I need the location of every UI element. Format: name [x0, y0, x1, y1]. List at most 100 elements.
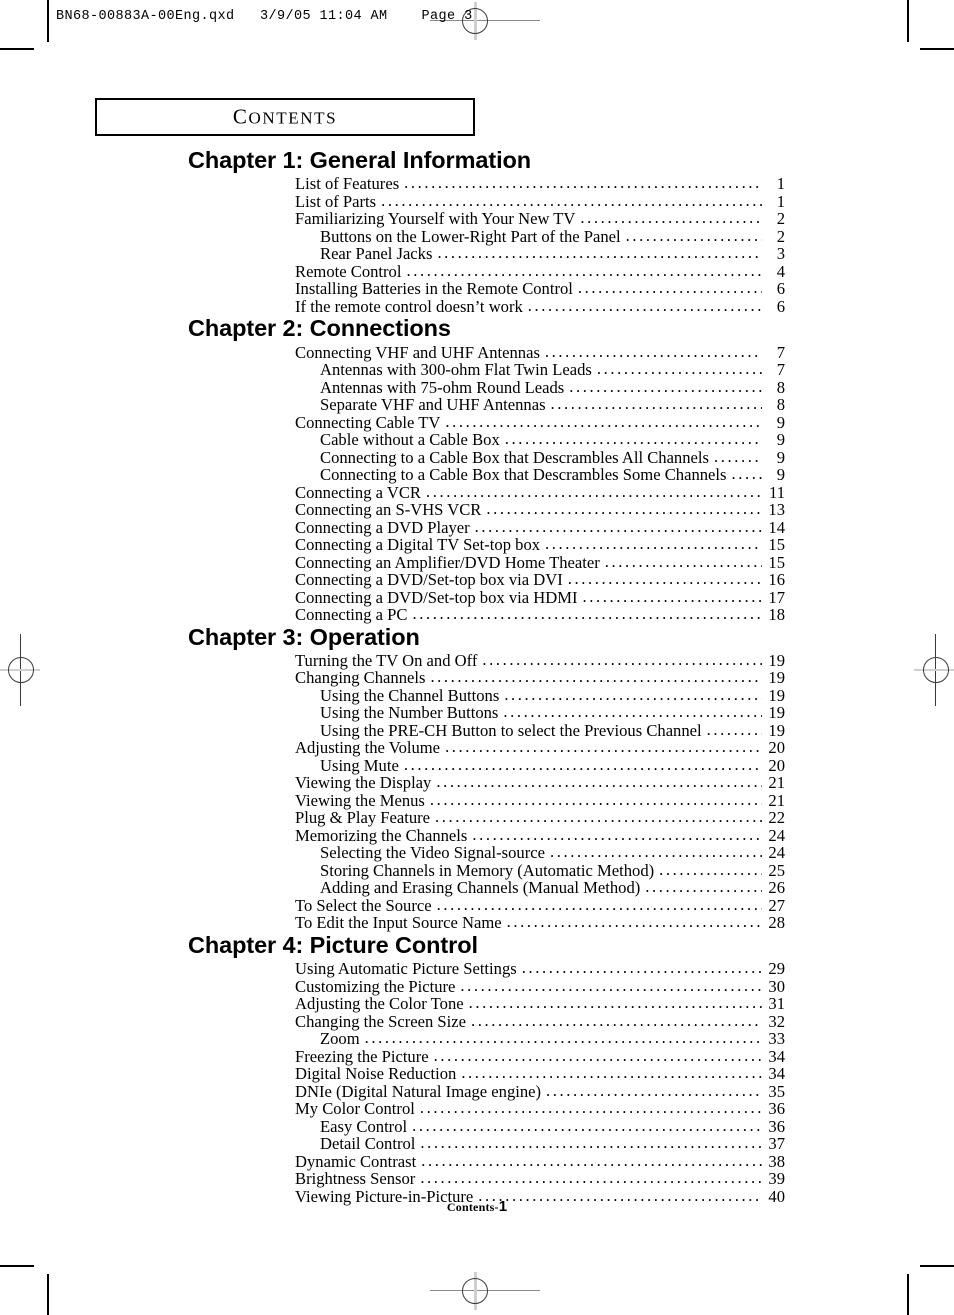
toc-entry-label: Connecting to a Cable Box that Descrambl… [320, 465, 727, 484]
toc-dot-leader: ........................................… [445, 412, 762, 430]
toc-entry-label: List of Parts [295, 191, 377, 211]
toc-entry[interactable]: Connecting VHF and UHF Antennas.........… [0, 342, 954, 362]
toc-entry-label: Plug & Play Feature [295, 808, 431, 828]
toc-dot-leader: ........................................… [577, 279, 762, 297]
toc-entry[interactable]: Adjusting the Color Tone................… [0, 994, 954, 1013]
toc-entry[interactable]: Adjusting the Volume....................… [0, 738, 954, 757]
toc-entry-page-number: 15 [768, 535, 785, 554]
toc-entry[interactable]: Remote Control..........................… [0, 262, 954, 281]
toc-entry-page-number: 25 [768, 860, 785, 880]
toc-entry-label: If the remote control doesn’t work [295, 296, 523, 316]
toc-entry[interactable]: Detail Control..........................… [0, 1134, 954, 1153]
toc-entry[interactable]: Familiarizing Yourself with Your New TV.… [0, 209, 954, 228]
toc-dot-leader: ........................................… [412, 605, 762, 623]
toc-entry-label: Connecting an Amplifier/DVD Home Theater [295, 552, 600, 572]
toc-entry[interactable]: Easy Control............................… [0, 1117, 954, 1136]
toc-entry[interactable]: Plug & Play Feature.....................… [0, 808, 954, 828]
toc-entry[interactable]: Using Automatic Picture Settings........… [0, 959, 954, 978]
toc-entry-page-number: 7 [776, 342, 785, 362]
toc-entry-page-number: 22 [768, 808, 785, 828]
toc-entry-label: Changing the Screen Size [295, 1011, 466, 1031]
toc-entry[interactable]: Connecting an S-VHS VCR.................… [0, 500, 954, 519]
toc-dot-leader: ........................................… [527, 296, 762, 315]
toc-entry[interactable]: Connecting to a Cable Box that Descrambl… [0, 447, 954, 467]
toc-entry[interactable]: Connecting Cable TV.....................… [0, 412, 954, 432]
toc-entry[interactable]: Connecting a VCR........................… [0, 483, 954, 502]
toc-entry[interactable]: Connecting an Amplifier/DVD Home Theater… [0, 552, 954, 572]
toc-entry-label: Connecting a DVD/Set-top box via HDMI [295, 587, 578, 607]
toc-entry[interactable]: Digital Noise Reduction.................… [0, 1064, 954, 1083]
toc-entry[interactable]: Buttons on the Lower-Right Part of the P… [0, 226, 954, 246]
toc-entry[interactable]: Using Mute..............................… [0, 756, 954, 775]
toc-entry-label: Separate VHF and UHF Antennas [320, 395, 546, 414]
toc-entry[interactable]: DNIe (Digital Natural Image engine).....… [0, 1081, 954, 1101]
toc-entry-label: Connecting to a Cable Box that Descrambl… [320, 447, 709, 467]
toc-entry[interactable]: Cable without a Cable Box...............… [0, 430, 954, 449]
toc-entry[interactable]: Rear Panel Jacks........................… [0, 244, 954, 264]
toc-entry[interactable]: Connecting a Digital TV Set-top box.....… [0, 535, 954, 554]
toc-entry-page-number: 9 [776, 430, 785, 449]
toc-entry[interactable]: If the remote control doesn’t work......… [0, 296, 954, 316]
toc-entry[interactable]: Using the PRE-CH Button to select the Pr… [0, 721, 954, 740]
toc-entry[interactable]: Dynamic Contrast........................… [0, 1152, 954, 1171]
toc-entry[interactable]: Connecting to a Cable Box that Descrambl… [0, 465, 954, 484]
toc-entry-page-number: 16 [768, 570, 785, 589]
crop-mark-top-right-horizontal [920, 48, 954, 50]
toc-dot-leader: ........................................… [468, 994, 762, 1012]
toc-entry-page-number: 26 [768, 878, 785, 898]
toc-entry-page-number: 21 [768, 790, 785, 810]
toc-entry-label: Viewing the Display [295, 773, 432, 793]
toc-entry[interactable]: Separate VHF and UHF Antennas...........… [0, 395, 954, 414]
toc-entry[interactable]: Installing Batteries in the Remote Contr… [0, 279, 954, 298]
toc-entry[interactable]: Viewing the Menus.......................… [0, 790, 954, 810]
toc-entry[interactable]: List of Features........................… [0, 174, 954, 193]
toc-entry[interactable]: To Edit the Input Source Name...........… [0, 913, 954, 932]
toc-entry-label: Using the Number Buttons [320, 703, 499, 723]
toc-entry[interactable]: Antennas with 300-ohm Flat Twin Leads...… [0, 360, 954, 379]
toc-entry[interactable]: Antennas with 75-ohm Round Leads........… [0, 377, 954, 397]
toc-entry-page-number: 13 [768, 500, 785, 519]
toc-entry[interactable]: Using the Number Buttons................… [0, 703, 954, 723]
crop-mark-bottom-left-vertical [47, 1274, 49, 1315]
toc-entry[interactable]: Freezing the Picture....................… [0, 1047, 954, 1066]
toc-entry[interactable]: Turning the TV On and Off...............… [0, 650, 954, 670]
toc-entry[interactable]: Zoom....................................… [0, 1029, 954, 1048]
toc-entry-label: Adding and Erasing Channels (Manual Meth… [320, 878, 641, 898]
toc-entry[interactable]: Storing Channels in Memory (Automatic Me… [0, 860, 954, 880]
toc-entry-label: Changing Channels [295, 668, 426, 688]
toc-entry-page-number: 21 [768, 773, 785, 793]
toc-entry[interactable]: Adding and Erasing Channels (Manual Meth… [0, 878, 954, 898]
toc-entry[interactable]: List of Parts...........................… [0, 191, 954, 211]
toc-entry[interactable]: Connecting a DVD/Set-top box via DVI....… [0, 570, 954, 589]
toc-dot-leader: ........................................… [437, 244, 762, 262]
toc-dot-leader: ........................................… [567, 570, 762, 588]
toc-entry-label: Connecting a DVD/Set-top box via DVI [295, 570, 563, 589]
toc-entry[interactable]: Brightness Sensor.......................… [0, 1169, 954, 1188]
toc-entry[interactable]: Connecting a DVD Player.................… [0, 518, 954, 537]
toc-entry-label: Rear Panel Jacks [320, 244, 433, 264]
toc-dot-leader: ........................................… [470, 1011, 762, 1029]
toc-entry[interactable]: To Select the Source....................… [0, 896, 954, 915]
toc-entry[interactable]: Customizing the Picture.................… [0, 977, 954, 996]
toc-entry[interactable]: Changing the Screen Size................… [0, 1011, 954, 1031]
toc-dot-leader: ........................................… [504, 430, 762, 448]
toc-entry[interactable]: Using the Channel Buttons...............… [0, 686, 954, 705]
toc-dot-leader: ........................................… [506, 913, 762, 931]
toc-entry[interactable]: Connecting a DVD/Set-top box via HDMI...… [0, 587, 954, 607]
toc-entry[interactable]: Changing Channels.......................… [0, 668, 954, 688]
toc-entry-page-number: 19 [768, 650, 785, 670]
toc-dot-leader: ........................................… [482, 650, 762, 669]
toc-entry[interactable]: Connecting a PC.........................… [0, 605, 954, 624]
toc-entry-label: Antennas with 75-ohm Round Leads [320, 377, 565, 397]
toc-dot-leader: ........................................… [596, 360, 762, 378]
toc-entry-label: Connecting VHF and UHF Antennas [295, 342, 540, 362]
toc-entry-label: DNIe (Digital Natural Image engine) [295, 1081, 542, 1101]
toc-entry[interactable]: Selecting the Video Signal-source.......… [0, 843, 954, 862]
toc-entry-label: Digital Noise Reduction [295, 1064, 457, 1083]
toc-entry-page-number: 2 [776, 226, 785, 246]
toc-dot-leader: ........................................… [430, 668, 762, 686]
toc-entry-page-number: 9 [776, 412, 785, 432]
toc-entry[interactable]: My Color Control........................… [0, 1099, 954, 1118]
toc-entry[interactable]: Memorizing the Channels.................… [0, 826, 954, 845]
toc-entry[interactable]: Viewing the Display.....................… [0, 773, 954, 793]
